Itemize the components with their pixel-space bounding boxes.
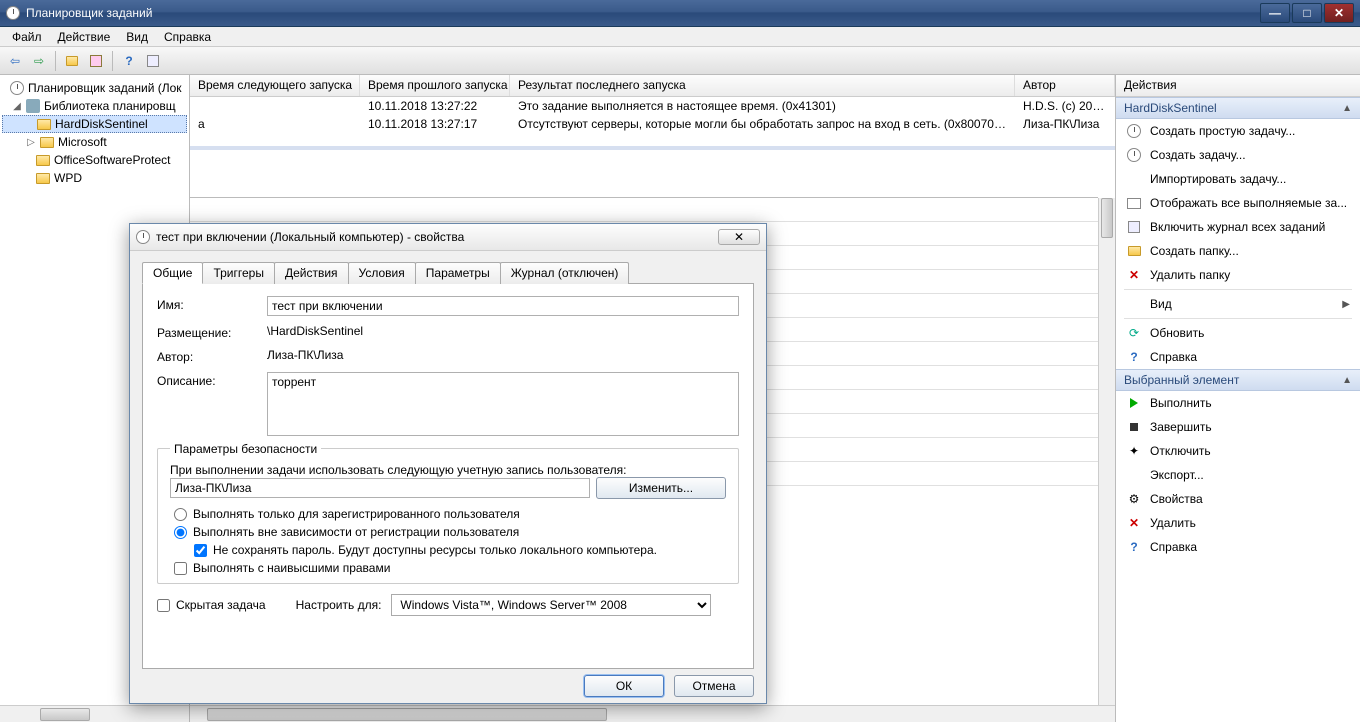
configure-for-label: Настроить для: bbox=[296, 598, 382, 612]
tree-item-label: Microsoft bbox=[58, 135, 107, 149]
tree-root-label: Планировщик заданий (Лок bbox=[28, 81, 182, 95]
properties-dialog: тест при включении (Локальный компьютер)… bbox=[129, 223, 767, 704]
dialog-close-button[interactable]: ✕ bbox=[718, 229, 760, 245]
action-disable[interactable]: ✦Отключить bbox=[1116, 439, 1360, 463]
action-help[interactable]: ?Справка bbox=[1116, 345, 1360, 369]
close-button[interactable]: ✕ bbox=[1324, 3, 1354, 23]
action-export[interactable]: Экспорт... bbox=[1116, 463, 1360, 487]
change-user-button[interactable]: Изменить... bbox=[596, 477, 726, 499]
action-new-folder[interactable]: Создать папку... bbox=[1116, 239, 1360, 263]
action-refresh[interactable]: ⟳Обновить bbox=[1116, 321, 1360, 345]
action-end[interactable]: Завершить bbox=[1116, 415, 1360, 439]
col-last[interactable]: Время прошлого запуска bbox=[360, 75, 510, 96]
dialog-titlebar: тест при включении (Локальный компьютер)… bbox=[130, 224, 766, 251]
toolbar-btn-1[interactable] bbox=[61, 50, 83, 72]
tree-item-hds[interactable]: HardDiskSentinel bbox=[2, 115, 187, 133]
action-view[interactable]: Вид▶ bbox=[1116, 292, 1360, 316]
menu-action[interactable]: Действие bbox=[50, 28, 119, 46]
name-input[interactable] bbox=[267, 296, 739, 316]
dialog-icon bbox=[136, 230, 150, 244]
tree-library-label: Библиотека планировщ bbox=[44, 99, 176, 113]
actions-section-selected[interactable]: Выбранный элемент▲ bbox=[1116, 369, 1360, 391]
back-button[interactable]: ⇦ bbox=[4, 50, 26, 72]
location-label: Размещение: bbox=[157, 324, 267, 340]
toolbar: ⇦ ⇨ ? bbox=[0, 47, 1360, 75]
tree-item-label: OfficeSoftwareProtect bbox=[54, 153, 171, 167]
location-value: \HardDiskSentinel bbox=[267, 324, 363, 338]
ok-button[interactable]: ОК bbox=[584, 675, 664, 697]
action-create-basic[interactable]: Создать простую задачу... bbox=[1116, 119, 1360, 143]
task-table-header: Время следующего запуска Время прошлого … bbox=[190, 75, 1115, 97]
table-row[interactable]: а 10.11.2018 13:27:17 Отсутствуют сервер… bbox=[190, 115, 1115, 133]
actions-pane: Действия HardDiskSentinel▲ Создать прост… bbox=[1116, 75, 1360, 722]
check-no-password[interactable]: Не сохранять пароль. Будут доступны ресу… bbox=[194, 543, 726, 557]
name-label: Имя: bbox=[157, 296, 267, 312]
toolbar-btn-4[interactable] bbox=[142, 50, 164, 72]
minimize-button[interactable]: — bbox=[1260, 3, 1290, 23]
dialog-tabs: Общие Триггеры Действия Условия Параметр… bbox=[142, 261, 754, 284]
toolbar-btn-2[interactable] bbox=[85, 50, 107, 72]
tab-settings[interactable]: Параметры bbox=[415, 262, 501, 284]
actions-title: Действия bbox=[1116, 75, 1360, 97]
radio-logged-on[interactable]: Выполнять только для зарегистрированного… bbox=[174, 507, 726, 521]
action-properties[interactable]: ⚙Свойства bbox=[1116, 487, 1360, 511]
check-hidden[interactable]: Скрытая задача bbox=[157, 598, 266, 612]
menu-view[interactable]: Вид bbox=[118, 28, 156, 46]
action-help2[interactable]: ?Справка bbox=[1116, 535, 1360, 559]
description-input[interactable]: торрент bbox=[267, 372, 739, 436]
action-enable-history[interactable]: Включить журнал всех заданий bbox=[1116, 215, 1360, 239]
col-next[interactable]: Время следующего запуска bbox=[190, 75, 360, 96]
app-icon bbox=[6, 6, 20, 20]
tab-conditions[interactable]: Условия bbox=[348, 262, 416, 284]
action-import[interactable]: Импортировать задачу... bbox=[1116, 167, 1360, 191]
detail-vscroll[interactable] bbox=[1098, 198, 1115, 705]
cancel-button[interactable]: Отмена bbox=[674, 675, 754, 697]
dialog-title: тест при включении (Локальный компьютер)… bbox=[156, 230, 464, 244]
author-value: Лиза-ПК\Лиза bbox=[267, 348, 343, 362]
col-author[interactable]: Автор bbox=[1015, 75, 1115, 96]
action-delete[interactable]: ✕Удалить bbox=[1116, 511, 1360, 535]
action-run[interactable]: Выполнить bbox=[1116, 391, 1360, 415]
tab-actions[interactable]: Действия bbox=[274, 262, 349, 284]
menubar: Файл Действие Вид Справка bbox=[0, 27, 1360, 47]
action-delete-folder[interactable]: ✕Удалить папку bbox=[1116, 263, 1360, 287]
account-input[interactable] bbox=[170, 478, 590, 498]
tab-triggers[interactable]: Триггеры bbox=[202, 262, 275, 284]
detail-hscroll[interactable] bbox=[190, 705, 1115, 722]
author-label: Автор: bbox=[157, 348, 267, 364]
maximize-button[interactable]: □ bbox=[1292, 3, 1322, 23]
tab-general[interactable]: Общие bbox=[142, 262, 203, 284]
help-button[interactable]: ? bbox=[118, 50, 140, 72]
table-row[interactable]: 10.11.2018 13:27:22 Это задание выполняе… bbox=[190, 97, 1115, 115]
tree-hscroll[interactable] bbox=[0, 705, 189, 722]
tree-item-osp[interactable]: OfficeSoftwareProtect bbox=[2, 151, 187, 169]
tree-item-label: HardDiskSentinel bbox=[55, 117, 148, 131]
description-label: Описание: bbox=[157, 372, 267, 388]
action-show-running[interactable]: Отображать все выполняемые за... bbox=[1116, 191, 1360, 215]
tree-library[interactable]: ◢ Библиотека планировщ bbox=[2, 97, 187, 115]
tab-history[interactable]: Журнал (отключен) bbox=[500, 262, 630, 284]
action-create-task[interactable]: Создать задачу... bbox=[1116, 143, 1360, 167]
col-result[interactable]: Результат последнего запуска bbox=[510, 75, 1015, 96]
tree-item-wpd[interactable]: WPD bbox=[2, 169, 187, 187]
configure-for-select[interactable]: Windows Vista™, Windows Server™ 2008 bbox=[391, 594, 711, 616]
tree-root[interactable]: Планировщик заданий (Лок bbox=[2, 79, 187, 97]
menu-file[interactable]: Файл bbox=[4, 28, 50, 46]
window-title: Планировщик заданий bbox=[26, 6, 152, 20]
security-legend: Параметры безопасности bbox=[170, 442, 321, 456]
radio-any-user[interactable]: Выполнять вне зависимости от регистрации… bbox=[174, 525, 726, 539]
tree-item-label: WPD bbox=[54, 171, 82, 185]
tree-item-microsoft[interactable]: ▷ Microsoft bbox=[2, 133, 187, 151]
menu-help[interactable]: Справка bbox=[156, 28, 219, 46]
actions-section-hds[interactable]: HardDiskSentinel▲ bbox=[1116, 97, 1360, 119]
forward-button[interactable]: ⇨ bbox=[28, 50, 50, 72]
when-running-label: При выполнении задачи использовать следу… bbox=[170, 463, 726, 477]
check-highest[interactable]: Выполнять с наивысшими правами bbox=[174, 561, 726, 575]
